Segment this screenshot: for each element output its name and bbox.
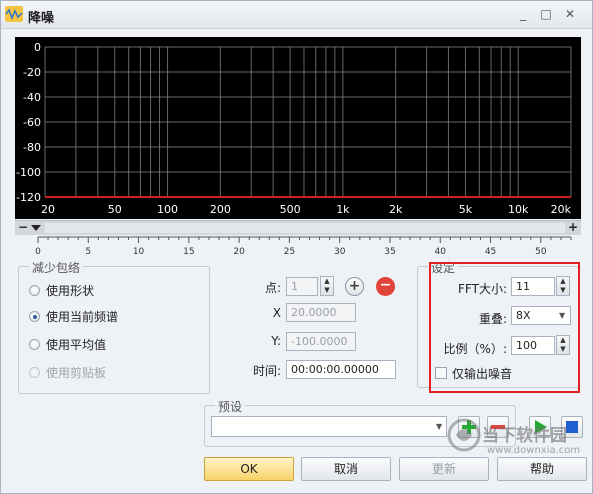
settings-highlight-box [429,262,580,393]
zoom-out-button[interactable]: − [17,221,29,235]
x-tick-label: 200 [210,203,231,216]
envelope-group: 减少包络 使用形状 使用当前频谱 使用平均值 使用剪贴板 [18,259,210,394]
y-input[interactable]: -100.0000 [286,332,356,351]
y-tick-label: -60 [23,116,41,129]
radio-use-clipboard: 使用剪贴板 [29,363,106,381]
y-tick-label: -20 [23,66,41,79]
radio-use-shape[interactable]: 使用形状 [29,281,94,299]
preset-combobox[interactable] [211,416,447,437]
x-tick-label: 20 [41,203,55,216]
radio-indicator[interactable] [29,338,40,350]
scroll-track[interactable] [45,223,565,233]
time-ruler: 0 5 10 15 20 25 30 35 40 45 50 [35,236,572,257]
title-bar: 降噪 _ □ ✕ [1,1,592,29]
x-tick-label: 100 [157,203,178,216]
noise-reduction-dialog: 降噪 _ □ ✕ 0 -20 -40 -60 -80 -100 -120 20 50 100 200… [0,0,593,494]
ruler-label: 5 [85,247,91,257]
ruler-label: 50 [535,247,547,257]
waveform-app-icon [5,6,23,22]
spectrum-chart-svg[interactable]: 0 -20 -40 -60 -80 -100 -12020 50 100 200 500 1k 2k 5k… [15,37,581,219]
y-tick-label: 0 [34,41,41,54]
y-tick-label: -80 [23,141,41,154]
ruler-label: 15 [183,247,194,257]
x-tick-label: 2k [389,203,403,216]
radio-indicator-checked[interactable] [29,310,40,322]
watermark-title: 当下软件园 [482,426,567,446]
y-tick-label: -100 [16,166,41,179]
radio-indicator[interactable] [29,284,40,296]
radio-indicator-disabled [29,366,40,378]
radio-label: 使用平均值 [46,337,107,352]
radio-use-average[interactable]: 使用平均值 [29,335,106,353]
x-tick-label: 500 [280,203,301,216]
close-button[interactable]: ✕ [561,5,579,23]
envelope-group-title: 减少包络 [29,259,84,276]
chevron-down-icon[interactable]: ▼ [436,422,442,431]
y-tick-label: -120 [16,191,41,204]
maximize-button[interactable]: □ [537,5,555,23]
x-tick-label: 50 [108,203,122,216]
ruler-label: 20 [233,247,245,257]
y-label: Y: [271,334,281,348]
y-tick-label: -40 [23,91,41,104]
x-label: X [272,306,281,320]
x-input[interactable]: 20.0000 [286,303,356,322]
cancel-button[interactable]: 取消 [301,457,391,481]
radio-label: 使用形状 [46,283,95,298]
radio-use-current-spectrum[interactable]: 使用当前频谱 [29,307,118,325]
ruler-label: 0 [35,247,41,257]
point-input[interactable]: 1 [286,277,318,296]
minimize-button[interactable]: _ [514,5,532,23]
time-label: 时间: [252,364,281,378]
watermark-url: www.downxia.com [487,445,581,456]
ruler-label: 30 [334,247,346,257]
chart-scrollbar[interactable]: − + [15,220,581,235]
x-tick-label: 10k [508,203,529,216]
x-tick-label: 5k [459,203,473,216]
add-point-button[interactable]: + [345,277,364,296]
ruler-label: 45 [485,247,496,257]
scroll-thumb-arrow-icon[interactable] [30,222,42,234]
ruler-label: 40 [435,247,447,257]
x-tick-label: 1k [336,203,350,216]
ruler-label: 35 [384,247,395,257]
spin-up-icon[interactable]: ▲ [321,277,333,286]
window-title: 降噪 [28,11,55,26]
time-input[interactable]: 00:00:00.00000 [286,360,396,379]
plus-circle-icon: + [348,278,361,294]
zoom-in-button[interactable]: + [567,221,579,235]
point-label: 点: [264,281,281,295]
radio-label: 使用剪贴板 [46,365,107,380]
spectrum-chart[interactable]: 0 -20 -40 -60 -80 -100 -120 20 50 100 200 500 1k 2k 5k… [15,37,581,219]
remove-point-button[interactable]: − [376,277,395,296]
ruler-label: 10 [133,247,145,257]
ruler-label: 25 [284,247,295,257]
preset-group-title: 预设 [215,398,246,415]
x-tick-label: 20k [551,203,572,216]
point-spinner[interactable]: ▲ ▼ [320,276,334,296]
radio-label: 使用当前频谱 [46,309,119,324]
ok-button[interactable]: OK [204,457,294,481]
minus-circle-icon: − [379,277,392,293]
spin-down-icon[interactable]: ▼ [321,286,333,295]
